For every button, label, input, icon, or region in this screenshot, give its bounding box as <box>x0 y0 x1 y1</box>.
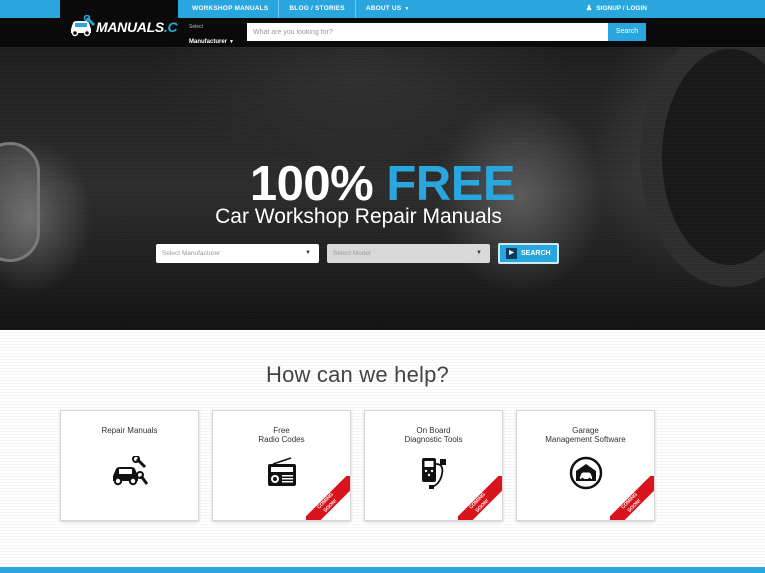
manufacturer-dropdown-caption: Select <box>189 24 203 30</box>
card-label: Repair Manuals <box>101 426 158 435</box>
card-garage-software[interactable]: Garage Management Software COMING SOON! <box>516 410 655 521</box>
hero-search-button[interactable]: ▶ SEARCH <box>498 243 559 264</box>
hero-title-free: FREE <box>386 157 516 211</box>
hero-title: 100% FREE <box>0 158 765 210</box>
play-icon: ▶ <box>506 247 517 259</box>
hero-subtitle: Car Workshop Repair Manuals <box>215 205 502 228</box>
hero-model-select[interactable]: Select Model ▼ <box>327 244 490 263</box>
obd-scanner-icon <box>421 458 446 489</box>
hero-banner: 100% FREE Car Workshop Repair Manuals Se… <box>0 47 765 330</box>
car-wrench-icon <box>112 456 148 486</box>
manufacturer-dropdown[interactable]: Select Manufacturer ▼ <box>189 24 234 48</box>
logo-text: MANUALS.CO <box>96 19 178 35</box>
coming-soon-ribbon: COMING SOON! <box>458 476 502 520</box>
chevron-down-icon: ▼ <box>229 39 234 45</box>
chevron-down-icon: ▼ <box>404 6 410 12</box>
nav-workshop-manuals[interactable]: WORKSHOP MANUALS <box>182 0 280 18</box>
search-input[interactable] <box>247 23 608 41</box>
card-radio-codes[interactable]: Free Radio Codes COMING SOON! <box>212 410 351 521</box>
logo-text-manuals: MANUALS <box>96 19 164 35</box>
nav-about-us[interactable]: ABOUT US ▼ <box>356 0 420 18</box>
footer-accent-strip <box>0 567 765 573</box>
car-wrench-logo-icon <box>71 15 95 37</box>
hero-manufacturer-placeholder: Select Manufacturer <box>162 250 221 257</box>
user-icon: ♟ <box>585 5 593 12</box>
card-label: Garage Management Software <box>545 426 626 444</box>
garage-icon <box>569 456 602 490</box>
hero-title-percent: 100% <box>249 157 374 211</box>
card-repair-manuals[interactable]: Repair Manuals <box>60 410 199 521</box>
chevron-down-icon: ▼ <box>305 250 311 256</box>
chevron-down-icon: ▼ <box>476 250 482 256</box>
card-diagnostic-tools[interactable]: On Board Diagnostic Tools COMING SOON! <box>364 410 503 521</box>
card-label: On Board Diagnostic Tools <box>404 426 463 444</box>
search-button[interactable]: Search <box>608 23 646 41</box>
coming-soon-ribbon: COMING SOON! <box>610 476 654 520</box>
card-label: Free Radio Codes <box>258 426 305 444</box>
main-nav: WORKSHOP MANUALS BLOG / STORIES ABOUT US… <box>182 0 420 18</box>
hero-manufacturer-select[interactable]: Select Manufacturer ▼ <box>156 244 319 263</box>
coming-soon-ribbon: COMING SOON! <box>306 476 350 520</box>
hero-model-placeholder: Select Model <box>333 250 371 257</box>
signup-login-link[interactable]: ♟ SIGNUP / LOGIN <box>586 0 647 18</box>
radio-icon <box>267 457 296 486</box>
help-section: How can we help? Repair Manuals Free Rad… <box>0 330 765 573</box>
manufacturer-dropdown-value: Manufacturer <box>189 39 228 45</box>
nav-blog-stories[interactable]: BLOG / STORIES <box>279 0 356 18</box>
help-title: How can we help? <box>266 362 449 387</box>
